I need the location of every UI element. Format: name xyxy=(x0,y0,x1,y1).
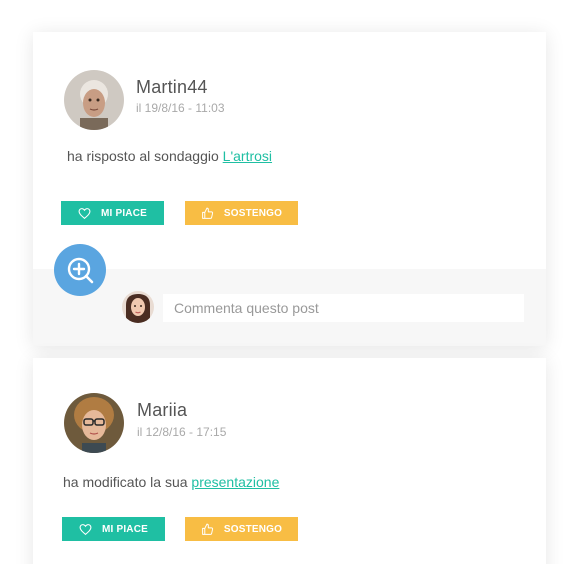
thumbs-up-icon xyxy=(201,523,213,535)
support-label: SOSTENGO xyxy=(223,523,283,535)
avatar[interactable] xyxy=(64,70,124,130)
comment-input[interactable] xyxy=(163,294,524,322)
activity-feed: Martin44 il 19/8/16 - 11:03 ha risposto … xyxy=(0,0,579,564)
username[interactable]: Martin44 xyxy=(136,77,208,98)
activity-description: ha modificato la sua xyxy=(63,474,192,490)
avatar[interactable] xyxy=(64,393,124,453)
like-button[interactable]: MI PIACE xyxy=(61,201,164,225)
support-label: SOSTENGO xyxy=(223,207,283,219)
like-button[interactable]: MI PIACE xyxy=(62,517,165,541)
thumbs-up-icon xyxy=(201,207,213,219)
add-comment-button[interactable] xyxy=(54,244,106,296)
activity-description: ha risposto al sondaggio xyxy=(67,148,223,164)
heart-icon xyxy=(78,207,91,219)
post-timestamp: il 12/8/16 - 17:15 xyxy=(137,425,227,439)
current-user-avatar-image xyxy=(122,291,154,323)
post-card: Mariia il 12/8/16 - 17:15 ha modificato … xyxy=(33,358,546,564)
comment-area xyxy=(33,269,546,346)
activity-link[interactable]: presentazione xyxy=(191,474,279,490)
activity-text: ha modificato la sua presentazione xyxy=(63,474,279,490)
current-user-avatar xyxy=(122,291,154,323)
support-button[interactable]: SOSTENGO xyxy=(185,517,298,541)
like-label: MI PIACE xyxy=(101,523,149,535)
post-timestamp: il 19/8/16 - 11:03 xyxy=(136,101,225,115)
support-button[interactable]: SOSTENGO xyxy=(185,201,298,225)
activity-text: ha risposto al sondaggio L'artrosi xyxy=(67,148,272,164)
activity-link[interactable]: L'artrosi xyxy=(223,148,272,164)
zoom-plus-icon xyxy=(67,257,94,284)
user-avatar-image xyxy=(64,393,124,453)
heart-icon xyxy=(79,523,92,535)
like-label: MI PIACE xyxy=(100,207,148,219)
user-avatar-image xyxy=(64,70,124,130)
username[interactable]: Mariia xyxy=(137,400,187,421)
post-card: Martin44 il 19/8/16 - 11:03 ha risposto … xyxy=(33,32,546,346)
